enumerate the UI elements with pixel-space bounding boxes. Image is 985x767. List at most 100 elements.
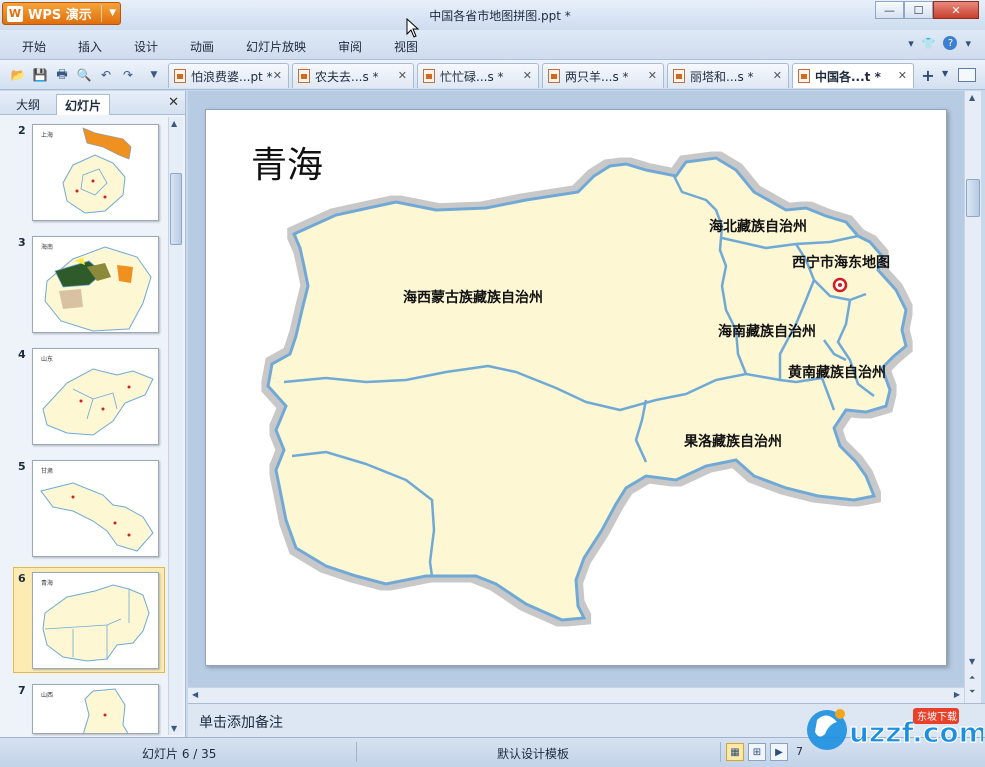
print-icon[interactable]: 🖶 [54,67,70,83]
slide-thumbnail-3[interactable]: 海南 [32,236,159,333]
menu-insert[interactable]: 插入 [78,38,102,55]
doc-tab-6[interactable]: 中国各...t * ✕ [792,63,914,88]
undo-icon[interactable]: ↶ [98,67,114,83]
ribbon-collapse-icon[interactable]: ▾ [908,37,914,50]
scroll-thumb[interactable] [966,179,980,217]
menu-review[interactable]: 审阅 [338,38,362,55]
thumb-number: 4 [18,348,26,361]
region-label-hainan: 海南藏族自治州 [718,324,816,340]
app-name: WPS 演示 [28,8,92,23]
doc-tab-label: 中国各...t * [815,69,881,84]
close-tab-icon[interactable]: ✕ [273,69,282,82]
region-label-haixi: 海西蒙古族藏族自治州 [403,290,543,306]
next-slide-icon[interactable]: ⏷ [969,687,975,697]
customize-toolbar-icon[interactable]: ▼ [146,67,162,83]
menu-design[interactable]: 设计 [134,38,158,55]
zoom-level: 7 [796,745,803,758]
save-icon[interactable]: 💾 [32,67,48,83]
maximize-button[interactable]: ☐ [904,1,933,19]
doc-tab-label: 怕浪费婆...pt * [191,69,273,84]
ppt-file-icon [298,69,310,83]
skin-icon[interactable]: 👕 [922,37,936,50]
minimize-button[interactable]: — [875,1,904,19]
close-tab-icon[interactable]: ✕ [523,69,532,82]
slide-editor: 青海 海西蒙古族藏族自治州 海北藏族自治州 西宁市海东地图 海南藏族自治州 黄南… [188,91,966,687]
ppt-file-icon [423,69,435,83]
region-label-huangnan: 黄南藏族自治州 [788,365,886,381]
doc-tab-4[interactable]: 两只羊...s * ✕ [542,63,664,88]
doc-tab-label: 忙忙碌...s * [440,69,504,84]
ppt-file-icon [673,69,685,83]
scroll-down-icon[interactable]: ▼ [969,657,975,666]
quick-access-toolbar: 📂 💾 🖶 🔍 ↶ ↷ ▼ 怕浪费婆...pt * ✕ 农夫去...s * ✕ … [0,60,985,90]
region-label-xining-haidong: 西宁市海东地图 [792,255,890,271]
close-tab-icon[interactable]: ✕ [773,69,782,82]
doc-tab-3[interactable]: 忙忙碌...s * ✕ [417,63,539,88]
qinghai-map[interactable] [206,110,947,666]
redo-icon[interactable]: ↷ [120,67,136,83]
slide-thumbnail-5[interactable]: 甘肃 [32,460,159,557]
slide-thumbnail-6[interactable]: 青海 [32,572,159,669]
doc-tab-5[interactable]: 丽塔和...s * ✕ [667,63,789,88]
close-tab-icon[interactable]: ✕ [648,69,657,82]
ppt-file-icon [798,69,810,83]
map-outline [266,156,908,622]
slide-counter: 幻灯片 6 / 35 [142,747,217,761]
mouse-cursor-icon [406,18,420,38]
tab-outline[interactable]: 大纲 [8,94,48,115]
slide-vertical-scrollbar[interactable]: ▲ ▼ ⏶ ⏷ [964,91,981,703]
slide-sorter-icon[interactable]: ⊞ [748,743,766,761]
watermark-badge: 东坡下载 [917,710,957,723]
slide-thumbnail-2[interactable]: 上海 [32,124,159,221]
slides-pane: 大纲 幻灯片 ✕ 2 上海 3 海南 4 山东 5 甘肃 6 青海 7 山西 ▲… [0,91,186,737]
close-tab-icon[interactable]: ✕ [398,69,407,82]
close-button[interactable]: ✕ [933,1,979,19]
menu-home[interactable]: 开始 [22,38,46,55]
thumb-number: 7 [18,684,26,697]
wps-logo-icon: W [7,5,23,22]
new-tab-icon[interactable]: + [917,64,939,86]
slide-thumbnail-4[interactable]: 山东 [32,348,159,445]
app-menu-button[interactable]: W WPS 演示 ▼ [2,2,121,25]
notes-placeholder: 单击添加备注 [199,715,283,731]
ppt-file-icon [174,69,186,83]
scroll-left-icon[interactable]: ◀ [192,690,198,699]
close-pane-icon[interactable]: ✕ [168,95,179,110]
restore-window-icon[interactable] [958,68,976,82]
scroll-right-icon[interactable]: ▶ [954,690,960,699]
doc-tab-2[interactable]: 农夫去...s * ✕ [292,63,414,88]
close-tab-icon[interactable]: ✕ [898,69,907,82]
normal-view-icon[interactable]: ▦ [726,743,744,761]
site-watermark: uzzf.com 东坡下载 [805,700,985,760]
chevron-down-icon: ▼ [109,8,116,18]
slide-thumbnail-7[interactable]: 山西 [32,684,159,734]
scroll-up-icon[interactable]: ▲ [171,119,177,128]
scroll-thumb[interactable] [170,173,182,245]
doc-tab-1[interactable]: 怕浪费婆...pt * ✕ [168,63,289,88]
tab-slides[interactable]: 幻灯片 [56,94,111,115]
ppt-file-icon [548,69,560,83]
window-title: 中国各省市地图拼图.ppt * [429,9,571,23]
help-dropdown-icon[interactable]: ▾ [965,37,971,50]
scroll-up-icon[interactable]: ▲ [969,93,975,102]
print-preview-icon[interactable]: 🔍 [76,67,92,83]
doc-tab-label: 两只羊...s * [565,69,629,84]
open-icon[interactable]: 📂 [10,67,26,83]
thumbnails-scrollbar[interactable]: ▲ ▼ [168,117,183,735]
slideshow-icon[interactable]: ▶ [770,743,788,761]
doc-tab-label: 丽塔和...s * [690,69,754,84]
help-icon[interactable]: ? [943,36,958,50]
menu-animation[interactable]: 动画 [190,38,214,55]
thumb-number: 3 [18,236,26,249]
region-label-guoluo: 果洛藏族自治州 [684,434,782,450]
menu-view[interactable]: 视图 [394,38,418,55]
slide-canvas[interactable]: 青海 海西蒙古族藏族自治州 海北藏族自治州 西宁市海东地图 海南藏族自治州 黄南… [205,109,947,666]
menu-slideshow[interactable]: 幻灯片放映 [246,38,306,55]
scroll-down-icon[interactable]: ▼ [171,724,177,733]
design-template-name[interactable]: 默认设计模板 [497,745,569,762]
thumb-number: 2 [18,124,26,137]
doc-tab-label: 农夫去...s * [315,69,379,84]
title-bar: W WPS 演示 ▼ 中国各省市地图拼图.ppt * — ☐ ✕ [0,0,985,30]
tab-list-icon[interactable]: ▼ [942,69,948,78]
previous-slide-icon[interactable]: ⏶ [969,673,975,683]
